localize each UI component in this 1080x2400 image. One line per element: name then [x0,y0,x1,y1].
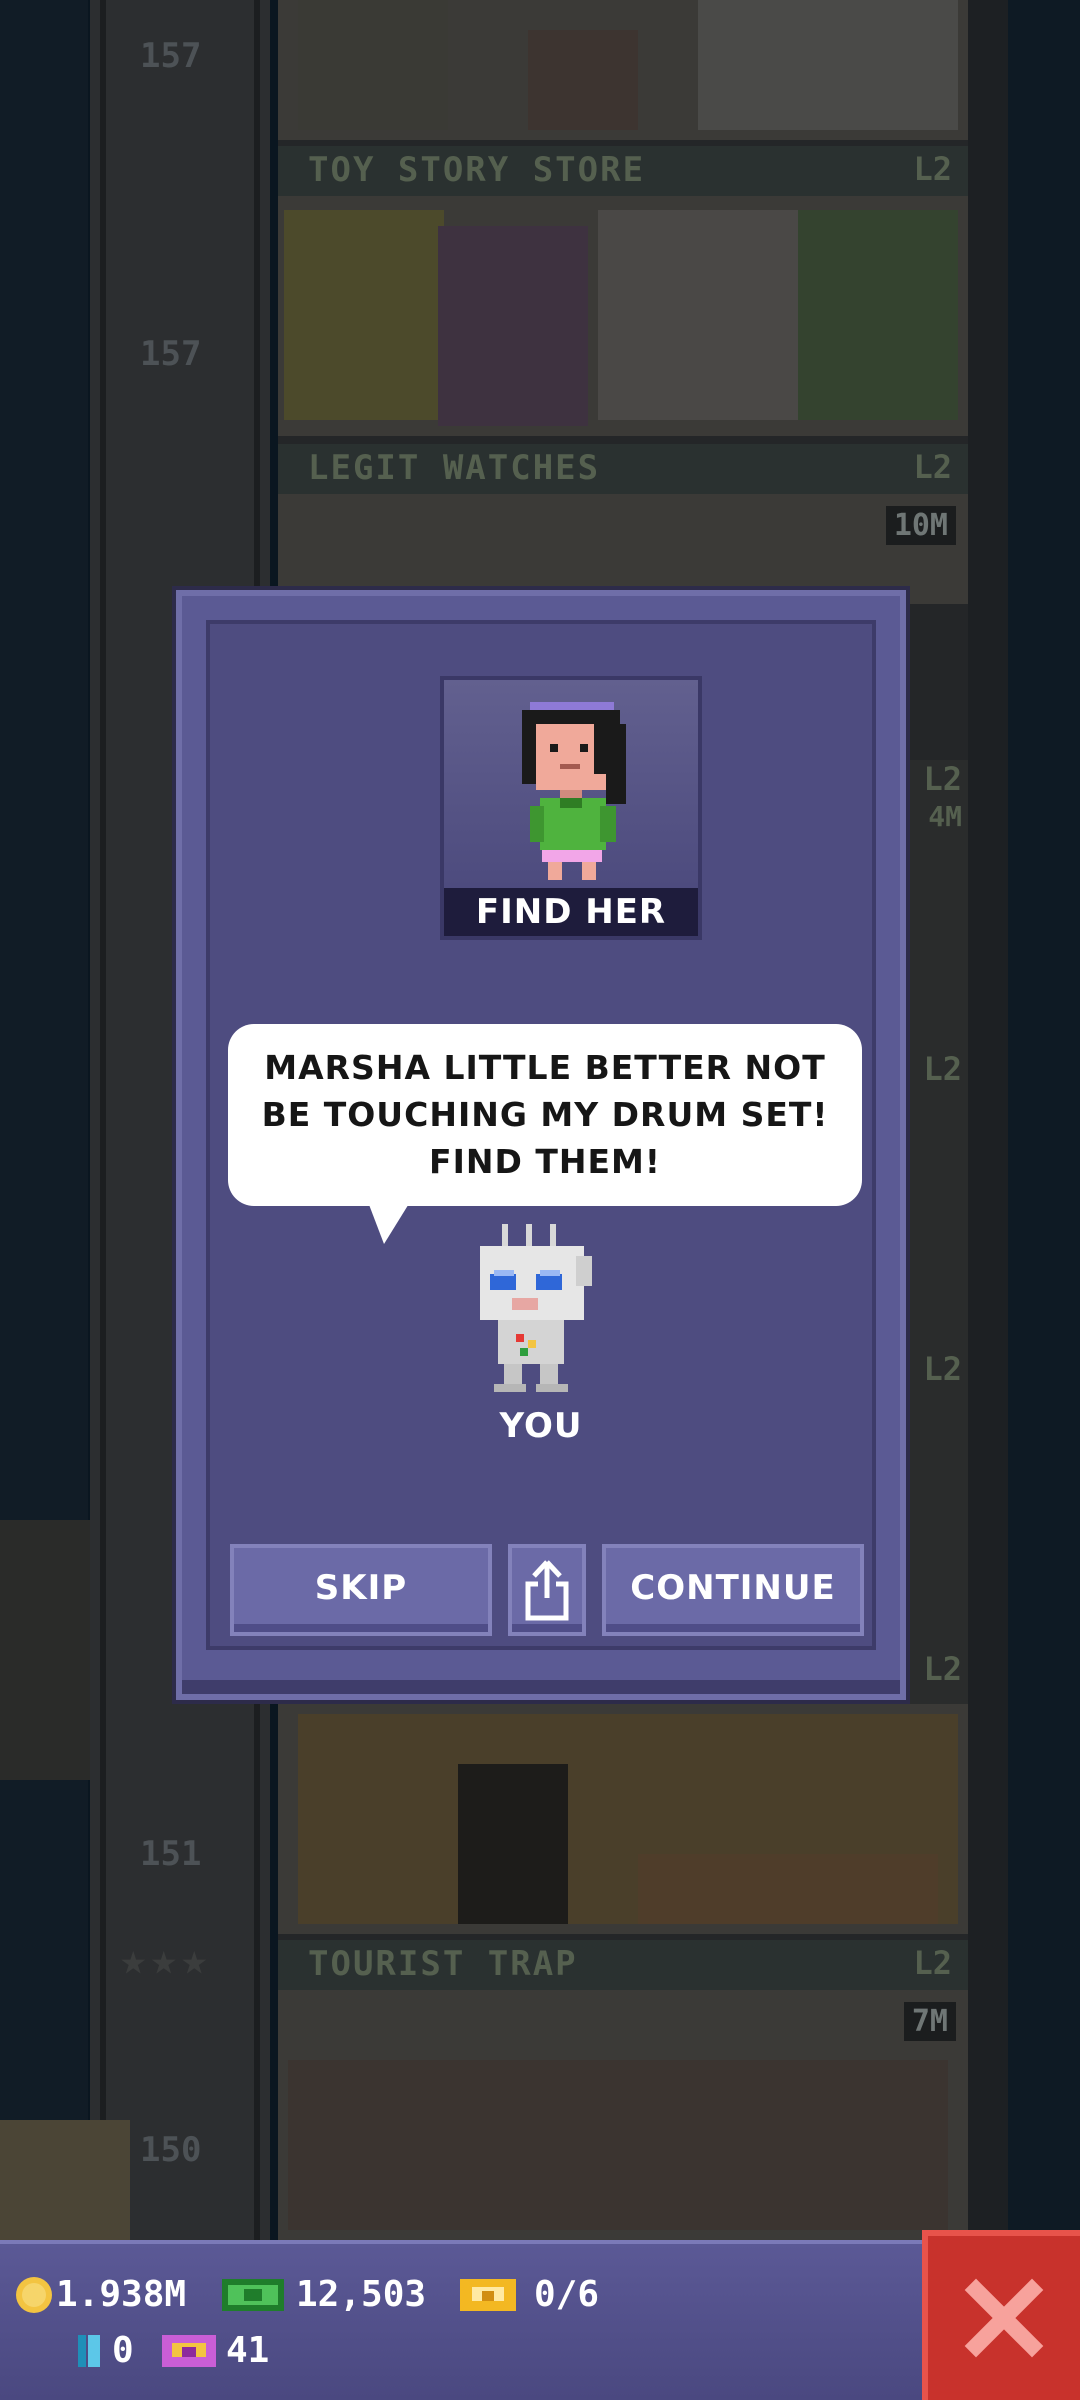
bux-icon [222,2278,284,2311]
floor-157[interactable] [278,0,968,140]
floor-level: L2 [923,1650,962,1688]
ticket-icon [460,2278,516,2311]
key-card-icon [78,2334,100,2367]
floor-number: 157 [140,334,202,374]
tickets-counter[interactable]: 0/6 [458,2274,599,2315]
floor-level: L2 [923,1050,962,1088]
speech-line: MARSHA LITTLE BETTER NOT [264,1048,826,1087]
floor-timer: 7M [903,2002,956,2041]
speech-line: FIND THEM! [429,1142,661,1181]
sky-left [0,0,88,2240]
cloud [0,1520,90,1780]
player-label: YOU [499,1406,583,1446]
golden-tickets-value: 41 [226,2330,270,2371]
floor-151[interactable] [278,1704,968,1934]
keys-counter[interactable]: 0 [76,2330,134,2371]
speech-line: BE TOUCHING MY DRUM SET! [261,1095,829,1134]
floor-timer: 4M [928,800,962,833]
tickets-value: 0/6 [534,2274,600,2315]
floor-level: L2 [913,1944,952,1982]
mission-dialog-body: FIND HER MARSHA LITTLE BETTER NOT BE TOU… [206,620,876,1650]
floor-name: TOY STORY STORE [308,150,646,190]
floor-155[interactable]: LEGIT WATCHES L2 10M [278,444,968,604]
floor-level: L2 [913,150,952,188]
skip-button[interactable]: SKIP [230,1544,492,1636]
close-button[interactable] [922,2230,1080,2400]
continue-button[interactable]: CONTINUE [602,1544,864,1636]
bux-counter[interactable]: 12,503 [220,2274,426,2315]
floor-number: 151 [140,1834,202,1874]
floor-name: TOURIST TRAP [308,1944,578,1984]
tower-rail [968,0,1008,2240]
floor-156[interactable]: TOY STORY STORE L2 [278,146,968,436]
speech-bubble: MARSHA LITTLE BETTER NOT BE TOUCHING MY … [228,1024,862,1206]
floor-number: 150 [140,2130,202,2170]
coin-icon [16,2276,52,2313]
coins-value: 1.938M [56,2274,187,2315]
coins-counter[interactable]: 1.938M [14,2274,186,2315]
share-button[interactable] [508,1544,586,1636]
floor-number: 157 [140,36,202,76]
speech-bubble-tail [368,1202,410,1244]
target-portrait: FIND HER [440,676,702,940]
close-icon [964,2278,1044,2358]
floor-level: L2 [923,1350,962,1388]
floor-level: L2 [923,760,962,798]
portrait-caption: FIND HER [444,888,698,936]
floor-level: L2 [913,448,952,486]
floor-150[interactable]: TOURIST TRAP L2 7M [278,1940,968,2240]
star-rating: ★★★ [120,1934,212,1985]
keys-value: 0 [112,2330,134,2371]
floor-timer: 10M [885,506,956,545]
girl-character-icon [522,702,626,880]
floor-name: LEGIT WATCHES [308,448,601,488]
mission-dialog: FIND HER MARSHA LITTLE BETTER NOT BE TOU… [176,590,906,1700]
shop-icon[interactable] [0,2120,130,2240]
golden-tickets-counter[interactable]: 41 [160,2330,269,2371]
robot-player-icon [480,1224,592,1392]
share-icon [525,1560,569,1621]
golden-ticket-icon [162,2334,216,2367]
bux-value: 12,503 [296,2274,427,2315]
bottom-hud: 1.938M 12,503 0/6 0 41 [0,2240,1080,2400]
